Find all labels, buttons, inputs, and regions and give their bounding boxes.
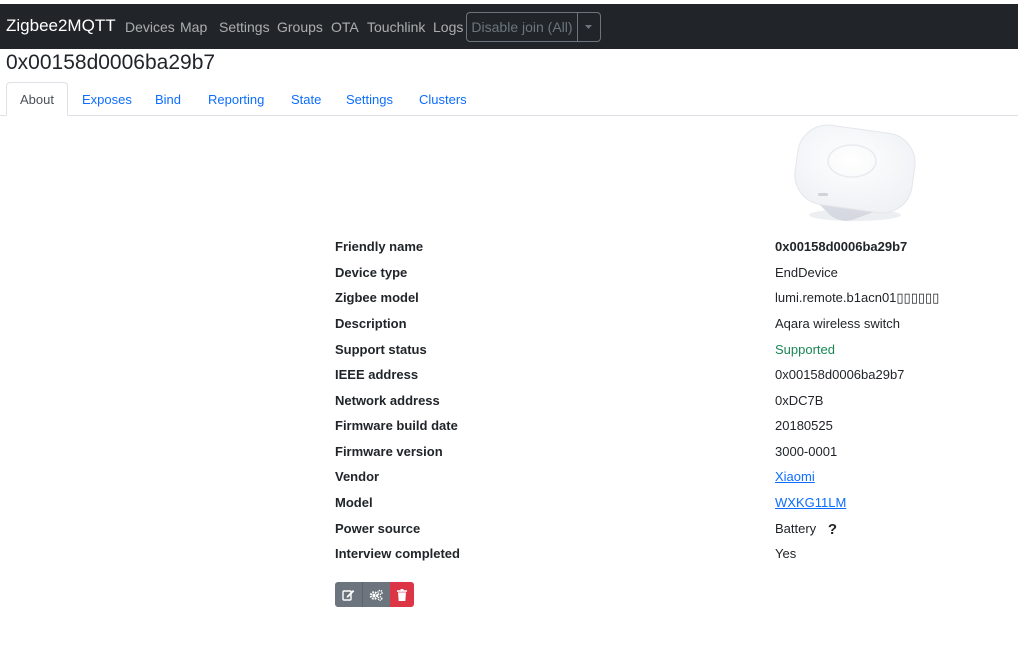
- label-friendly-name: Friendly name: [335, 239, 424, 254]
- model-link[interactable]: WXKG11LM: [775, 495, 846, 510]
- tab-state[interactable]: State: [291, 92, 321, 107]
- value-friendly-name: 0x00158d0006ba29b7: [775, 239, 908, 254]
- top-navbar: Zigbee2MQTT Devices Map Settings Groups …: [0, 4, 1018, 49]
- value-firmware-version: 3000-0001: [775, 444, 838, 459]
- label-support-status: Support status: [335, 342, 427, 357]
- join-dropdown-toggle[interactable]: [577, 13, 600, 41]
- tab-bind[interactable]: Bind: [155, 92, 181, 107]
- nav-link-logs[interactable]: Logs: [433, 19, 463, 35]
- label-device-type: Device type: [335, 265, 408, 280]
- remove-device-button[interactable]: [390, 582, 414, 607]
- nav-link-ota[interactable]: OTA: [331, 19, 359, 35]
- label-vendor: Vendor: [335, 469, 380, 484]
- nav-link-map[interactable]: Map: [180, 19, 207, 35]
- vendor-link[interactable]: Xiaomi: [775, 469, 815, 484]
- value-ieee-address: 0x00158d0006ba29b7: [775, 367, 905, 382]
- nav-link-settings[interactable]: Settings: [219, 19, 270, 35]
- caret-down-icon: [585, 25, 592, 29]
- nav-link-touchlink[interactable]: Touchlink: [367, 19, 425, 35]
- tab-settings[interactable]: Settings: [346, 92, 393, 107]
- value-interview-completed: Yes: [775, 546, 797, 561]
- value-firmware-build-date: 20180525: [775, 418, 833, 433]
- label-ieee-address: IEEE address: [335, 367, 419, 382]
- tab-reporting[interactable]: Reporting: [208, 92, 264, 107]
- value-power-source: Battery: [775, 521, 817, 536]
- join-button-group: Disable join (All): [466, 12, 601, 42]
- value-zigbee-model: lumi.remote.b1acn01▯▯▯▯▯▯: [775, 290, 940, 305]
- tabs-divider: [0, 115, 1018, 116]
- label-power-source: Power source: [335, 521, 421, 536]
- label-firmware-build-date: Firmware build date: [335, 418, 458, 433]
- label-network-address: Network address: [335, 393, 440, 408]
- reconfigure-button[interactable]: [362, 582, 390, 607]
- label-model: Model: [335, 495, 373, 510]
- value-device-type: EndDevice: [775, 265, 838, 280]
- disable-join-button[interactable]: Disable join (All): [467, 13, 578, 41]
- page-title: 0x00158d0006ba29b7: [6, 51, 216, 74]
- value-support-status: Supported: [775, 342, 835, 357]
- trash-icon: [397, 588, 407, 601]
- value-description: Aqara wireless switch: [775, 316, 900, 331]
- tab-about[interactable]: About: [6, 82, 68, 116]
- label-zigbee-model: Zigbee model: [335, 290, 419, 305]
- brand-link[interactable]: Zigbee2MQTT: [6, 16, 116, 36]
- rename-button[interactable]: [335, 582, 362, 607]
- value-network-address: 0xDC7B: [775, 393, 824, 408]
- device-image: [794, 124, 916, 221]
- question-icon[interactable]: ?: [828, 521, 837, 538]
- label-interview-completed: Interview completed: [335, 546, 460, 561]
- label-description: Description: [335, 316, 407, 331]
- nav-link-groups[interactable]: Groups: [277, 19, 323, 35]
- nav-link-devices[interactable]: Devices: [125, 19, 175, 35]
- device-actions: [335, 582, 414, 607]
- gears-icon: [369, 589, 383, 601]
- tab-clusters[interactable]: Clusters: [419, 92, 467, 107]
- edit-icon: [342, 590, 355, 601]
- tab-exposes[interactable]: Exposes: [82, 92, 132, 107]
- label-firmware-version: Firmware version: [335, 444, 443, 459]
